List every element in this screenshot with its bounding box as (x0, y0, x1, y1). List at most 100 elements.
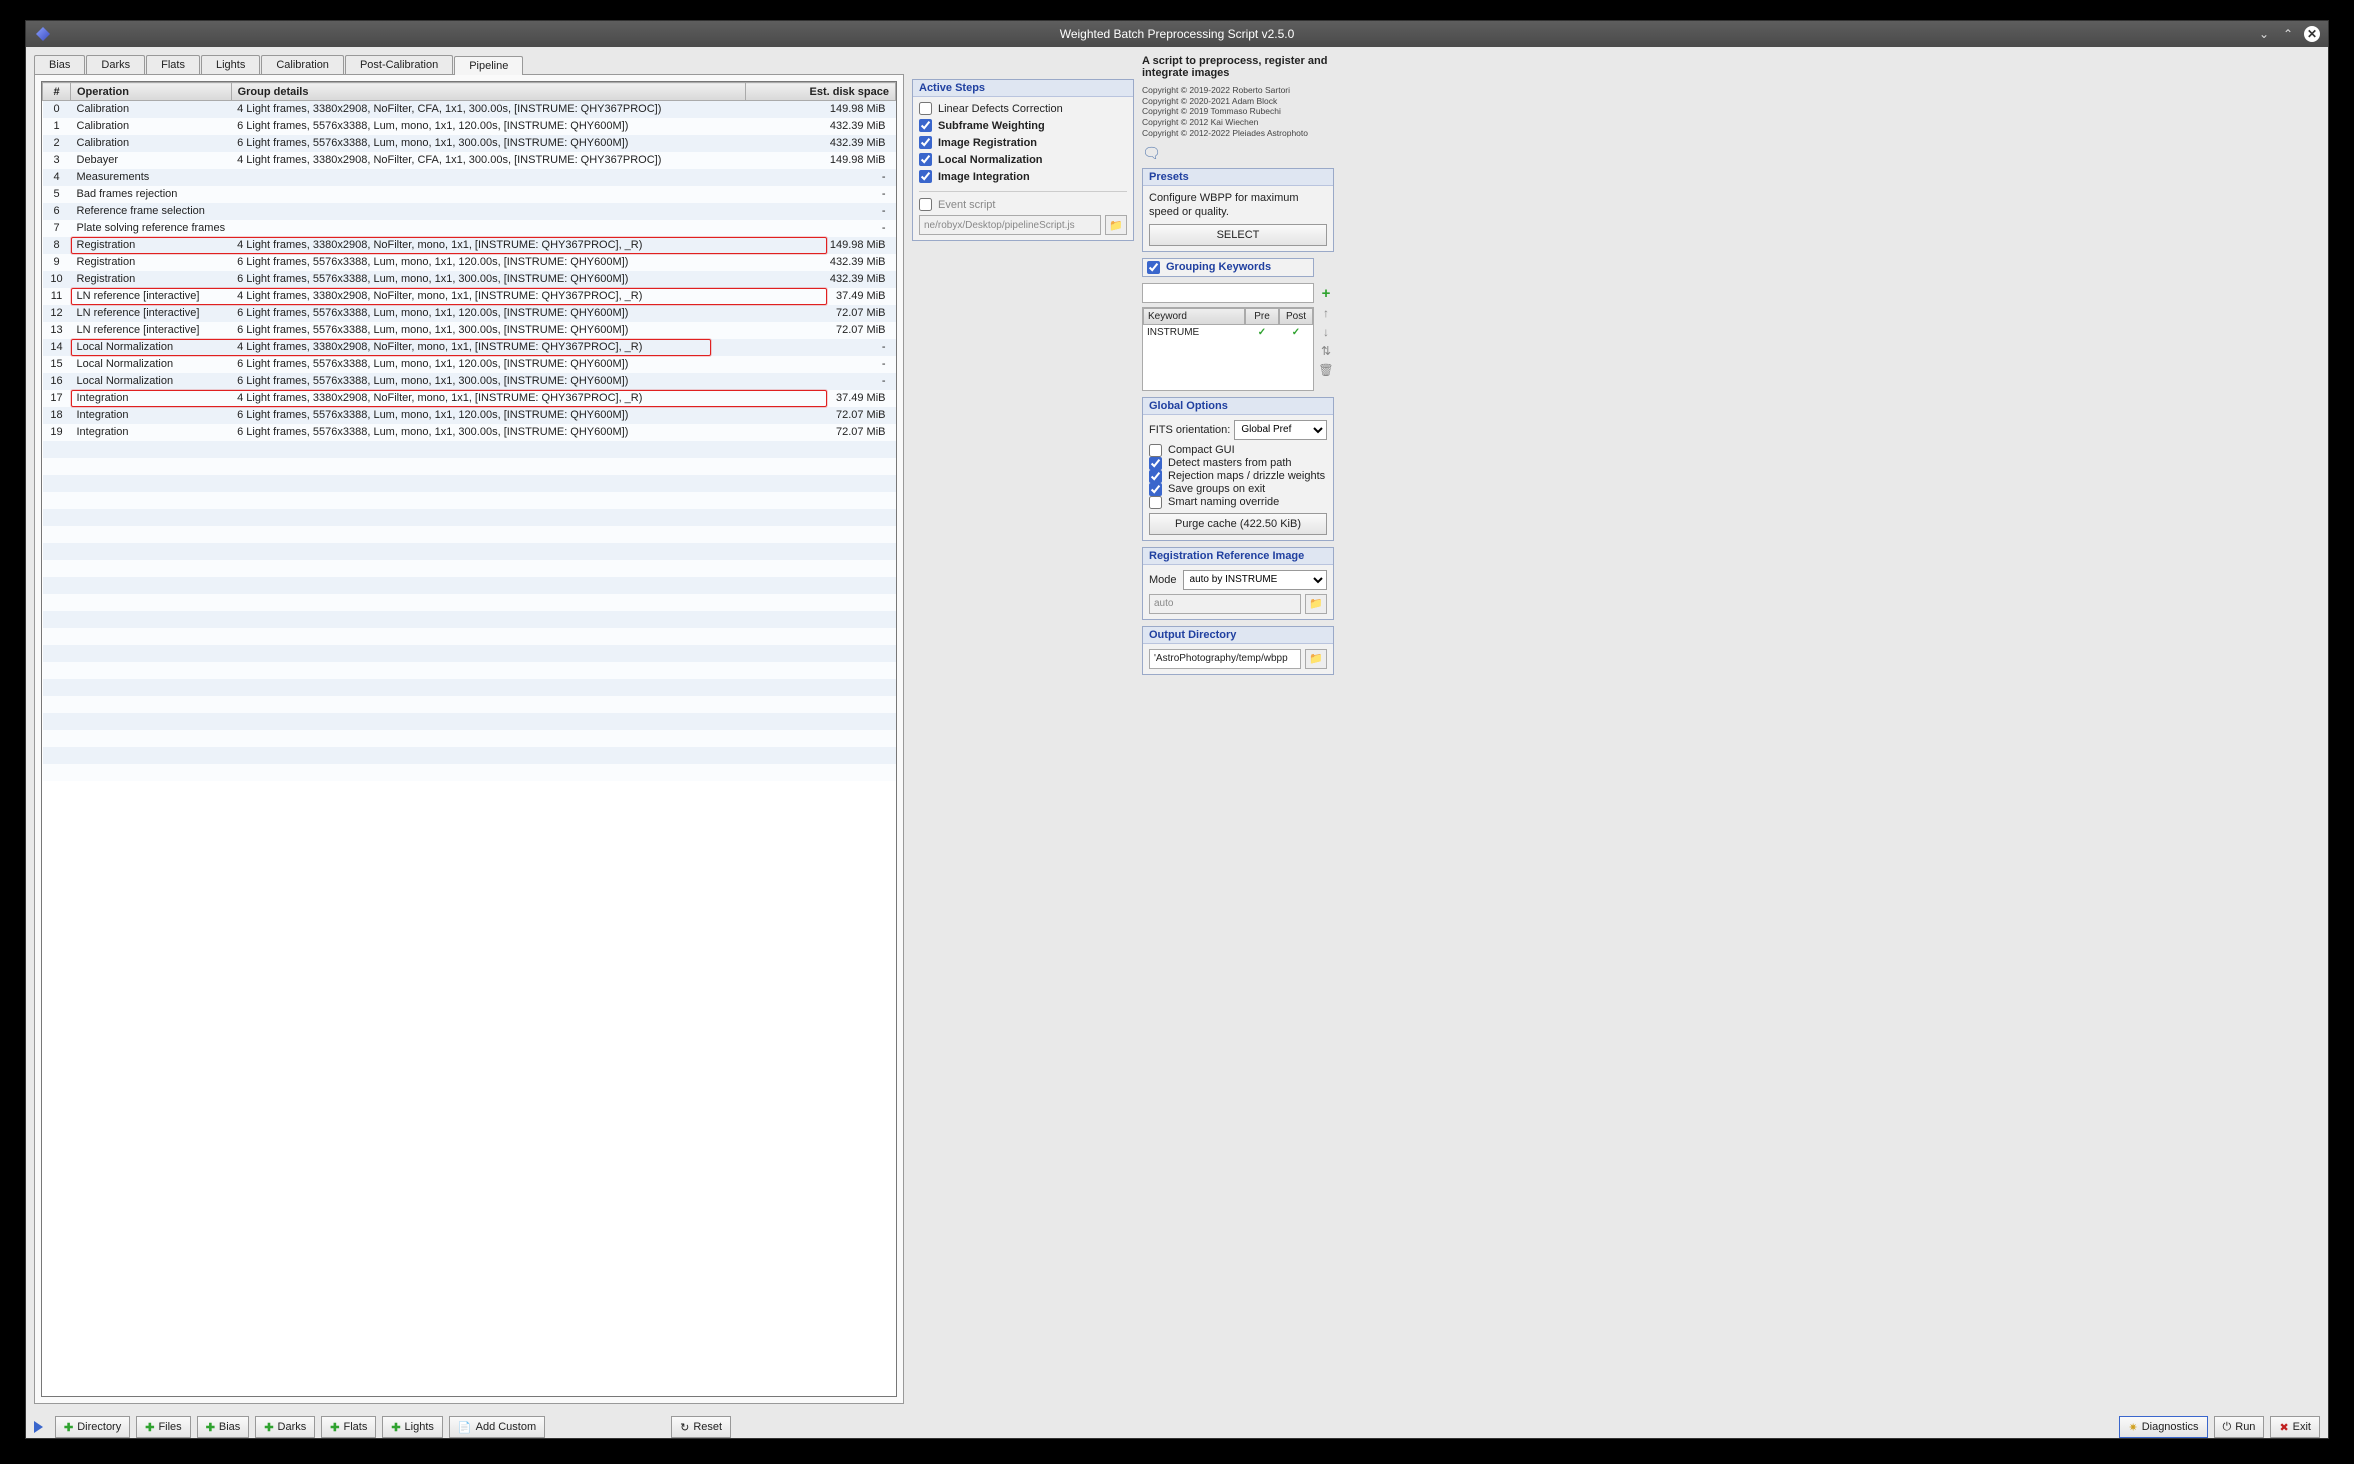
table-row[interactable]: 7Plate solving reference frames- (43, 220, 896, 237)
table-row[interactable]: 11LN reference [interactive]4 Light fram… (43, 288, 896, 305)
table-row[interactable]: 15Local Normalization6 Light frames, 557… (43, 356, 896, 373)
grouping-keywords-checkbox[interactable] (1147, 261, 1160, 274)
output-dir-field[interactable] (1149, 649, 1301, 669)
output-dir-panel: Output Directory 📁 (1142, 626, 1334, 675)
table-row[interactable]: 12LN reference [interactive]6 Light fram… (43, 305, 896, 322)
purge-cache-button[interactable]: Purge cache (422.50 KiB) (1149, 513, 1327, 535)
global-option-label: Save groups on exit (1168, 483, 1265, 495)
global-option-checkbox[interactable] (1149, 444, 1162, 457)
table-row[interactable]: 14Local Normalization4 Light frames, 338… (43, 339, 896, 356)
diagnostics-button[interactable]: ✷Diagnostics (2119, 1416, 2207, 1438)
output-folder-button[interactable]: 📁 (1305, 649, 1327, 669)
step-checkbox[interactable] (919, 136, 932, 149)
add-darks-button[interactable]: ✚Darks (255, 1416, 315, 1438)
global-option-checkbox[interactable] (1149, 470, 1162, 483)
event-script-path[interactable] (919, 215, 1101, 235)
add-lights-button[interactable]: ✚Lights (382, 1416, 443, 1438)
tab-calibration[interactable]: Calibration (261, 55, 344, 74)
col-operation[interactable]: Operation (71, 83, 232, 101)
tab-bias[interactable]: Bias (34, 55, 85, 74)
table-row[interactable]: 16Local Normalization6 Light frames, 557… (43, 373, 896, 390)
tab-pipeline[interactable]: Pipeline (454, 56, 523, 75)
step-checkbox[interactable] (919, 153, 932, 166)
table-row[interactable]: 5Bad frames rejection- (43, 186, 896, 203)
presets-text: Configure WBPP for maximum speed or qual… (1149, 191, 1327, 220)
step-checkbox[interactable] (919, 170, 932, 183)
keyword-add-icon[interactable]: + (1318, 286, 1334, 302)
table-row[interactable]: 8Registration4 Light frames, 3380x2908, … (43, 237, 896, 254)
reset-button[interactable]: ↻Reset (671, 1416, 731, 1438)
pre-col[interactable]: Pre (1245, 308, 1279, 325)
expand-up-icon[interactable]: ⌃ (2280, 26, 2296, 42)
table-row[interactable]: 2Calibration6 Light frames, 5576x3388, L… (43, 135, 896, 152)
reg-auto-field[interactable] (1149, 594, 1301, 614)
presets-panel: Presets Configure WBPP for maximum speed… (1142, 168, 1334, 252)
grouping-keywords-label: Grouping Keywords (1166, 261, 1271, 273)
keyword-down-icon[interactable]: ↓ (1318, 324, 1334, 340)
presets-title: Presets (1143, 169, 1333, 186)
help-icon[interactable]: 🗨 (1142, 144, 1334, 162)
post-col[interactable]: Post (1279, 308, 1313, 325)
keyword-sort-icon[interactable]: ⇅ (1318, 343, 1334, 359)
expand-down-icon[interactable]: ⌄ (2256, 26, 2272, 42)
main-window: Weighted Batch Preprocessing Script v2.5… (25, 20, 2329, 1439)
tab-lights[interactable]: Lights (201, 55, 260, 74)
execute-icon[interactable] (34, 1421, 43, 1433)
pipeline-pane: # Operation Group details Est. disk spac… (34, 74, 904, 1404)
pipeline-table-wrap: # Operation Group details Est. disk spac… (41, 81, 897, 1397)
add-directory-button[interactable]: ✚Directory (55, 1416, 130, 1438)
reg-folder-button[interactable]: 📁 (1305, 594, 1327, 614)
exit-button[interactable]: ✖Exit (2270, 1416, 2320, 1438)
keyword-delete-icon[interactable]: 🗑 (1318, 362, 1334, 378)
step-checkbox[interactable] (919, 119, 932, 132)
reg-ref-title: Registration Reference Image (1143, 548, 1333, 565)
add-flats-button[interactable]: ✚Flats (321, 1416, 376, 1438)
grouping-input[interactable] (1142, 283, 1314, 303)
output-dir-title: Output Directory (1143, 627, 1333, 644)
event-script-checkbox[interactable] (919, 198, 932, 211)
reg-ref-panel: Registration Reference Image Mode auto b… (1142, 547, 1334, 620)
table-row[interactable]: 6Reference frame selection- (43, 203, 896, 220)
step-label: Image Integration (938, 171, 1030, 183)
fits-orientation-select[interactable]: Global Pref (1234, 420, 1327, 440)
global-option-checkbox[interactable] (1149, 457, 1162, 470)
add-bias-button[interactable]: ✚Bias (197, 1416, 250, 1438)
table-row[interactable]: 19Integration6 Light frames, 5576x3388, … (43, 424, 896, 441)
table-row[interactable]: 18Integration6 Light frames, 5576x3388, … (43, 407, 896, 424)
table-row[interactable]: 13LN reference [interactive]6 Light fram… (43, 322, 896, 339)
col-disk-space[interactable]: Est. disk space (746, 83, 896, 101)
footer-toolbar: ✚Directory ✚Files ✚Bias ✚Darks ✚Flats ✚L… (26, 1412, 2328, 1438)
table-row[interactable]: 1Calibration6 Light frames, 5576x3388, L… (43, 118, 896, 135)
window-title: Weighted Batch Preprocessing Script v2.5… (26, 27, 2328, 41)
pre-check-icon: ✓ (1245, 325, 1279, 340)
event-folder-button[interactable]: 📁 (1105, 215, 1127, 235)
add-custom-button[interactable]: 📄Add Custom (449, 1416, 545, 1438)
close-icon[interactable]: ✕ (2304, 26, 2320, 42)
presets-select-button[interactable]: SELECT (1149, 224, 1327, 246)
table-row[interactable]: 10Registration6 Light frames, 5576x3388,… (43, 271, 896, 288)
table-row[interactable]: 4Measurements- (43, 169, 896, 186)
pipeline-table: # Operation Group details Est. disk spac… (42, 82, 896, 781)
add-files-button[interactable]: ✚Files (136, 1416, 190, 1438)
table-row[interactable]: 0Calibration4 Light frames, 3380x2908, N… (43, 101, 896, 118)
tab-flats[interactable]: Flats (146, 55, 200, 74)
keyword-up-icon[interactable]: ↑ (1318, 305, 1334, 321)
col-num[interactable]: # (43, 83, 71, 101)
table-row[interactable]: 9Registration6 Light frames, 5576x3388, … (43, 254, 896, 271)
tab-bar: BiasDarksFlatsLightsCalibrationPost-Cali… (34, 55, 904, 74)
keyword-col[interactable]: Keyword (1143, 308, 1245, 325)
tab-darks[interactable]: Darks (86, 55, 145, 74)
table-row[interactable]: 17Integration4 Light frames, 3380x2908, … (43, 390, 896, 407)
reg-mode-select[interactable]: auto by INSTRUME (1183, 570, 1327, 590)
tab-postcalibration[interactable]: Post-Calibration (345, 55, 453, 74)
keyword-row[interactable]: INSTRUME ✓ ✓ (1143, 325, 1313, 340)
run-button[interactable]: ⏻Run (2214, 1416, 2265, 1438)
step-checkbox[interactable] (919, 102, 932, 115)
global-option-label: Rejection maps / drizzle weights (1168, 470, 1325, 482)
global-option-checkbox[interactable] (1149, 483, 1162, 496)
table-row[interactable]: 3Debayer4 Light frames, 3380x2908, NoFil… (43, 152, 896, 169)
keyword-cell: INSTRUME (1143, 325, 1245, 340)
global-option-label: Compact GUI (1168, 444, 1235, 456)
global-option-checkbox[interactable] (1149, 496, 1162, 509)
col-details[interactable]: Group details (231, 83, 745, 101)
